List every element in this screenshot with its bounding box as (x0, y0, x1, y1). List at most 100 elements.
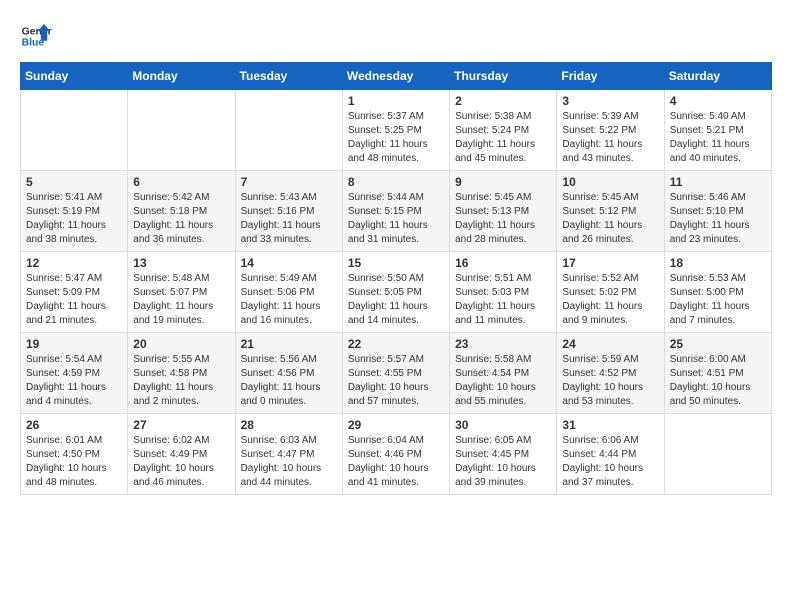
day-info: Sunrise: 5:55 AM Sunset: 4:58 PM Dayligh… (133, 353, 229, 409)
day-number: 2 (455, 94, 551, 108)
day-info: Sunrise: 5:37 AM Sunset: 5:25 PM Dayligh… (348, 110, 444, 166)
calendar-cell: 3 Sunrise: 5:39 AM Sunset: 5:22 PM Daylig… (557, 90, 664, 171)
day-number: 21 (241, 337, 337, 351)
calendar-cell: 4 Sunrise: 5:40 AM Sunset: 5:21 PM Daylig… (664, 90, 771, 171)
day-number: 1 (348, 94, 444, 108)
calendar-week-3: 19Sunrise: 5:54 AM Sunset: 4:59 PM Dayli… (21, 333, 772, 414)
day-header-tuesday: Tuesday (235, 63, 342, 90)
day-header-thursday: Thursday (450, 63, 557, 90)
day-header-saturday: Saturday (664, 63, 771, 90)
day-info: Sunrise: 5:40 AM Sunset: 5:21 PM Dayligh… (670, 110, 766, 166)
calendar-cell: 14 Sunrise: 5:49 AM Sunset: 5:06 PM Dayli… (235, 252, 342, 333)
day-number: 5 (26, 175, 122, 189)
day-header-sunday: Sunday (21, 63, 128, 90)
day-number: 10 (562, 175, 658, 189)
day-number: 3 (562, 94, 658, 108)
calendar-cell: 7Sunrise: 5:43 AM Sunset: 5:16 PM Daylig… (235, 171, 342, 252)
day-info: Sunrise: 5:44 AM Sunset: 5:15 PM Dayligh… (348, 191, 444, 247)
day-number: 31 (562, 418, 658, 432)
day-info: Sunrise: 5:45 AM Sunset: 5:12 PM Dayligh… (562, 191, 658, 247)
day-number: 17 (562, 256, 658, 270)
calendar-cell (235, 90, 342, 171)
calendar-cell (128, 90, 235, 171)
calendar-cell: 28 Sunrise: 6:03 AM Sunset: 4:47 PM Dayli… (235, 414, 342, 495)
day-info: Sunrise: 6:05 AM Sunset: 4:45 PM Dayligh… (455, 434, 551, 490)
day-info: Sunrise: 6:04 AM Sunset: 4:46 PM Dayligh… (348, 434, 444, 490)
calendar-cell: 24 Sunrise: 5:59 AM Sunset: 4:52 PM Dayli… (557, 333, 664, 414)
day-info: Sunrise: 5:59 AM Sunset: 4:52 PM Dayligh… (562, 353, 658, 409)
day-info: Sunrise: 5:58 AM Sunset: 4:54 PM Dayligh… (455, 353, 551, 409)
day-number: 6 (133, 175, 229, 189)
calendar-cell: 25 Sunrise: 6:00 AM Sunset: 4:51 PM Dayli… (664, 333, 771, 414)
day-number: 11 (670, 175, 766, 189)
day-number: 20 (133, 337, 229, 351)
calendar-cell: 12 Sunrise: 5:47 AM Sunset: 5:09 PM Dayli… (21, 252, 128, 333)
calendar-week-4: 26Sunrise: 6:01 AM Sunset: 4:50 PM Dayli… (21, 414, 772, 495)
calendar-cell: 22Sunrise: 5:57 AM Sunset: 4:55 PM Dayli… (342, 333, 449, 414)
logo-icon: General Blue (20, 20, 52, 52)
calendar-cell: 27 Sunrise: 6:02 AM Sunset: 4:49 PM Dayli… (128, 414, 235, 495)
day-number: 26 (26, 418, 122, 432)
calendar-cell: 5 Sunrise: 5:41 AM Sunset: 5:19 PM Daylig… (21, 171, 128, 252)
day-number: 9 (455, 175, 551, 189)
calendar-header-row: SundayMondayTuesdayWednesdayThursdayFrid… (21, 63, 772, 90)
day-number: 15 (348, 256, 444, 270)
calendar-cell: 6 Sunrise: 5:42 AM Sunset: 5:18 PM Daylig… (128, 171, 235, 252)
day-info: Sunrise: 5:45 AM Sunset: 5:13 PM Dayligh… (455, 191, 551, 247)
day-number: 14 (241, 256, 337, 270)
day-info: Sunrise: 5:39 AM Sunset: 5:22 PM Dayligh… (562, 110, 658, 166)
day-info: Sunrise: 5:50 AM Sunset: 5:05 PM Dayligh… (348, 272, 444, 328)
calendar-cell: 16 Sunrise: 5:51 AM Sunset: 5:03 PM Dayli… (450, 252, 557, 333)
day-number: 23 (455, 337, 551, 351)
day-number: 8 (348, 175, 444, 189)
day-info: Sunrise: 5:43 AM Sunset: 5:16 PM Dayligh… (241, 191, 337, 247)
calendar-cell: 31 Sunrise: 6:06 AM Sunset: 4:44 PM Dayli… (557, 414, 664, 495)
day-number: 24 (562, 337, 658, 351)
day-number: 27 (133, 418, 229, 432)
calendar-cell: 9 Sunrise: 5:45 AM Sunset: 5:13 PM Daylig… (450, 171, 557, 252)
day-info: Sunrise: 6:02 AM Sunset: 4:49 PM Dayligh… (133, 434, 229, 490)
day-number: 28 (241, 418, 337, 432)
day-number: 22 (348, 337, 444, 351)
day-info: Sunrise: 6:00 AM Sunset: 4:51 PM Dayligh… (670, 353, 766, 409)
day-info: Sunrise: 5:51 AM Sunset: 5:03 PM Dayligh… (455, 272, 551, 328)
calendar-cell (21, 90, 128, 171)
calendar-cell: 10 Sunrise: 5:45 AM Sunset: 5:12 PM Dayli… (557, 171, 664, 252)
calendar-cell: 13 Sunrise: 5:48 AM Sunset: 5:07 PM Dayli… (128, 252, 235, 333)
calendar-week-2: 12 Sunrise: 5:47 AM Sunset: 5:09 PM Dayli… (21, 252, 772, 333)
calendar-week-1: 5 Sunrise: 5:41 AM Sunset: 5:19 PM Daylig… (21, 171, 772, 252)
calendar-cell (664, 414, 771, 495)
day-info: Sunrise: 5:42 AM Sunset: 5:18 PM Dayligh… (133, 191, 229, 247)
day-info: Sunrise: 5:46 AM Sunset: 5:10 PM Dayligh… (670, 191, 766, 247)
day-number: 18 (670, 256, 766, 270)
day-info: Sunrise: 5:38 AM Sunset: 5:24 PM Dayligh… (455, 110, 551, 166)
day-number: 4 (670, 94, 766, 108)
day-number: 12 (26, 256, 122, 270)
day-info: Sunrise: 5:48 AM Sunset: 5:07 PM Dayligh… (133, 272, 229, 328)
calendar-cell: 21Sunrise: 5:56 AM Sunset: 4:56 PM Dayli… (235, 333, 342, 414)
calendar-cell: 2 Sunrise: 5:38 AM Sunset: 5:24 PM Daylig… (450, 90, 557, 171)
calendar-cell: 26Sunrise: 6:01 AM Sunset: 4:50 PM Dayli… (21, 414, 128, 495)
calendar-cell: 1 Sunrise: 5:37 AM Sunset: 5:25 PM Daylig… (342, 90, 449, 171)
day-number: 16 (455, 256, 551, 270)
calendar-cell: 23 Sunrise: 5:58 AM Sunset: 4:54 PM Dayli… (450, 333, 557, 414)
day-info: Sunrise: 6:06 AM Sunset: 4:44 PM Dayligh… (562, 434, 658, 490)
day-number: 30 (455, 418, 551, 432)
day-header-friday: Friday (557, 63, 664, 90)
day-info: Sunrise: 5:52 AM Sunset: 5:02 PM Dayligh… (562, 272, 658, 328)
day-info: Sunrise: 6:03 AM Sunset: 4:47 PM Dayligh… (241, 434, 337, 490)
day-number: 25 (670, 337, 766, 351)
day-info: Sunrise: 5:49 AM Sunset: 5:06 PM Dayligh… (241, 272, 337, 328)
day-number: 13 (133, 256, 229, 270)
calendar-table: SundayMondayTuesdayWednesdayThursdayFrid… (20, 62, 772, 495)
calendar-cell: 8 Sunrise: 5:44 AM Sunset: 5:15 PM Daylig… (342, 171, 449, 252)
calendar-cell: 17 Sunrise: 5:52 AM Sunset: 5:02 PM Dayli… (557, 252, 664, 333)
calendar-cell: 30 Sunrise: 6:05 AM Sunset: 4:45 PM Dayli… (450, 414, 557, 495)
day-info: Sunrise: 5:47 AM Sunset: 5:09 PM Dayligh… (26, 272, 122, 328)
calendar-cell: 20 Sunrise: 5:55 AM Sunset: 4:58 PM Dayli… (128, 333, 235, 414)
logo: General Blue (20, 20, 56, 52)
day-header-monday: Monday (128, 63, 235, 90)
day-info: Sunrise: 5:41 AM Sunset: 5:19 PM Dayligh… (26, 191, 122, 247)
calendar-cell: 18Sunrise: 5:53 AM Sunset: 5:00 PM Dayli… (664, 252, 771, 333)
day-number: 19 (26, 337, 122, 351)
